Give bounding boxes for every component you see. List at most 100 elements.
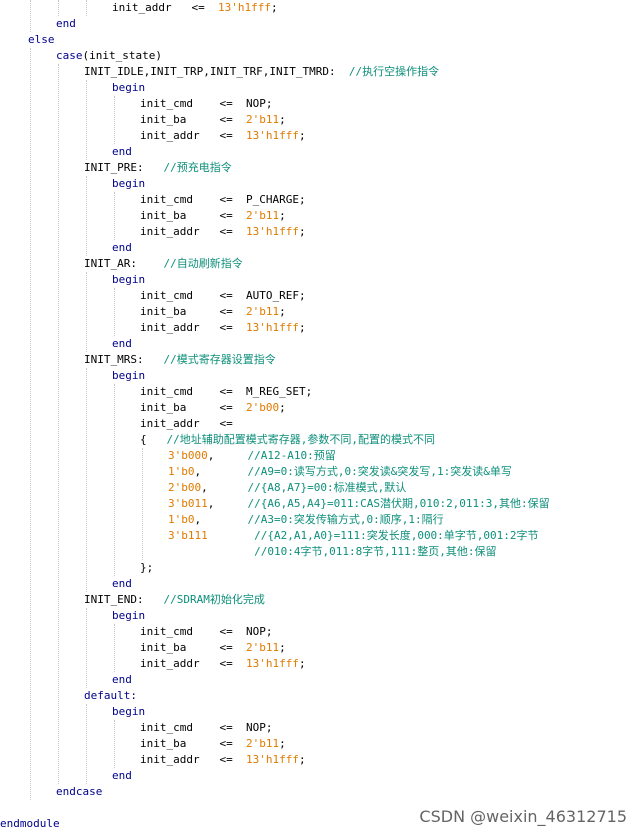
code-line: begin: [112, 368, 145, 384]
number-token: 3'b111: [168, 529, 208, 542]
identifier-token: init_cmd: [140, 193, 193, 206]
keyword-token: end: [112, 577, 132, 590]
code-line: end: [112, 336, 132, 352]
number-token: 2'b11: [245, 737, 280, 750]
keyword-token: begin: [112, 609, 146, 622]
identifier-token: init_ba: [140, 737, 187, 750]
indent-guide: [86, 0, 87, 16]
operator-token: ;: [279, 305, 286, 318]
comment-token: //{A6,A5,A4}=011:CAS潜伏期,010:2,011:3,其他:保…: [247, 497, 550, 510]
code-line: begin: [112, 80, 145, 96]
identifier-token: init_cmd: [140, 289, 193, 302]
operator-token: <=: [192, 721, 246, 734]
number-token: 3'b011: [168, 497, 208, 510]
number-token: 2'b11: [245, 209, 280, 222]
operator-token: ;: [298, 321, 306, 334]
operator-token: <=: [192, 97, 246, 110]
number-token: 2'b11: [245, 641, 280, 654]
identifier-token: NOP;: [245, 721, 273, 734]
code-line: end: [56, 16, 76, 32]
code-line: end: [112, 144, 132, 160]
operator-token: ,: [194, 465, 248, 478]
identifier-token: NOP;: [245, 97, 273, 110]
comment-token: //SDRAM初始化完成: [163, 593, 265, 606]
code-line: 3'b011, //{A6,A5,A4}=011:CAS潜伏期,010:2,01…: [168, 496, 550, 512]
operator-token: [168, 545, 254, 558]
code-line: init_addr <= 13'h1fff;: [140, 752, 306, 768]
comment-token: //{A8,A7}=00:标准模式,默认: [247, 481, 407, 494]
operator-token: ;: [279, 641, 286, 654]
keyword-token: begin: [112, 705, 146, 718]
operator-token: ;: [279, 113, 286, 126]
operator-token: <=: [199, 321, 246, 334]
identifier-token: init_addr: [140, 657, 200, 670]
code-line: begin: [112, 608, 145, 624]
operator-token: <=: [186, 737, 246, 750]
comment-token: //A12-A10:预留: [247, 449, 336, 462]
code-line: INIT_IDLE,INIT_TRP,INIT_TRF,INIT_TMRD: /…: [84, 64, 439, 80]
identifier-token: INIT_END:: [84, 593, 164, 606]
comment-token: //A9=0:读写方式,0:突发读&突发写,1:突发读&单写: [247, 465, 512, 478]
code-line: init_addr <= 13'h1fff;: [140, 128, 306, 144]
operator-token: };: [140, 561, 154, 574]
indent-guide: [30, 48, 31, 800]
identifier-token: init_cmd: [140, 721, 193, 734]
code-line: init_ba <= 2'b00;: [140, 400, 286, 416]
operator-token: ;: [298, 129, 306, 142]
code-line: init_addr <= 13'h1fff;: [112, 0, 278, 16]
keyword-token: begin: [112, 273, 146, 286]
identifier-token: init_ba: [140, 305, 187, 318]
code-line: 2'b00, //{A8,A7}=00:标准模式,默认: [168, 480, 406, 496]
code-line: init_cmd <= M_REG_SET;: [140, 384, 312, 400]
comment-token: //自动刷新指令: [163, 257, 243, 270]
indent-guide: [114, 288, 115, 336]
operator-token: <=: [199, 657, 246, 670]
identifier-token: NOP;: [245, 625, 273, 638]
comment-token: //地址辅助配置模式寄存器,参数不同,配置的模式不同: [166, 433, 436, 446]
operator-token: <=: [192, 385, 246, 398]
keyword-token: end: [112, 337, 132, 350]
identifier-token: M_REG_SET;: [245, 385, 313, 398]
identifier-token: init_addr: [140, 225, 200, 238]
number-token: 13'h1fff: [245, 657, 299, 670]
identifier-token: init_cmd: [140, 97, 193, 110]
code-line: 3'b000, //A12-A10:预留: [168, 448, 336, 464]
code-line: end: [112, 576, 132, 592]
comment-token: //{A2,A1,A0}=111:突发长度,000:单字节,001:2字节: [254, 529, 539, 542]
keyword-token: end: [112, 241, 132, 254]
code-editor[interactable]: init_addr <= 13'h1fff; end else case(init_s…: [0, 0, 641, 837]
code-line: 3'b111 //{A2,A1,A0}=111:突发长度,000:单字节,001…: [168, 528, 539, 544]
code-line: INIT_PRE: //预充电指令: [84, 160, 232, 176]
code-line: init_ba <= 2'b11;: [140, 304, 286, 320]
watermark: CSDN @weixin_46312715: [419, 807, 627, 826]
indent-guide: [114, 96, 115, 144]
comment-token: //010:4字节,011:8字节,111:整页,其他:保留: [254, 545, 497, 558]
code-line: INIT_AR: //自动刷新指令: [84, 256, 243, 272]
indent-guide: [58, 64, 59, 784]
number-token: 2'b11: [245, 113, 280, 126]
code-line: init_addr <=: [140, 416, 233, 432]
indent-guide: [114, 384, 115, 576]
code-line: init_cmd <= NOP;: [140, 624, 272, 640]
identifier-token: INIT_IDLE,INIT_TRP,INIT_TRF,INIT_TMRD:: [84, 65, 349, 78]
code-line: 1'b0, //A9=0:读写方式,0:突发读&突发写,1:突发读&单写: [168, 464, 512, 480]
identifier-token: INIT_MRS:: [84, 353, 164, 366]
operator-token: ,: [201, 481, 248, 494]
operator-token: <=: [199, 417, 233, 430]
indent-guide: [86, 80, 87, 160]
identifier-token: init_addr: [140, 753, 200, 766]
code-line: init_cmd <= NOP;: [140, 720, 272, 736]
code-line: init_cmd <= AUTO_REF;: [140, 288, 306, 304]
identifier-token: init_ba: [140, 113, 187, 126]
code-line: init_ba <= 2'b11;: [140, 208, 286, 224]
operator-token: ;: [279, 401, 286, 414]
code-line: begin: [112, 704, 145, 720]
identifier-token: (init_state): [82, 49, 162, 62]
code-line: INIT_END: //SDRAM初始化完成: [84, 592, 265, 608]
code-line: init_cmd <= NOP;: [140, 96, 272, 112]
indent-guide: [86, 176, 87, 256]
keyword-token: default:: [84, 689, 137, 702]
operator-token: ;: [298, 753, 306, 766]
code-line: init_addr <= 13'h1fff;: [140, 656, 306, 672]
comment-token: //A3=0:突发传输方式,0:顺序,1:隔行: [247, 513, 444, 526]
